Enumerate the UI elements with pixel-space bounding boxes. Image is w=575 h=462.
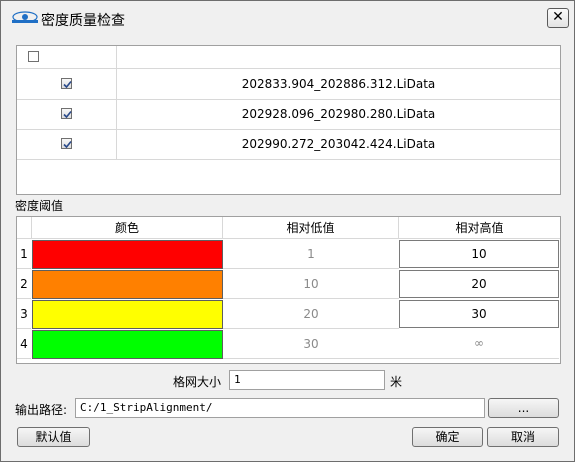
color-swatch[interactable] xyxy=(32,300,223,329)
check-icon xyxy=(63,110,72,119)
file-name: 202928.096_202980.280.LiData xyxy=(241,107,436,121)
low-value: 20 xyxy=(223,299,399,329)
dialog-title: 密度质量检查 xyxy=(41,13,125,29)
file-row[interactable]: 202928.096_202980.280.LiData xyxy=(17,99,560,130)
file-name: 202833.904_202886.312.LiData xyxy=(241,77,436,91)
low-value: 1 xyxy=(223,239,399,269)
title-bar: 密度质量检查 ✕ xyxy=(1,1,574,35)
low-value: 30 xyxy=(223,329,399,359)
color-swatch[interactable] xyxy=(32,330,223,359)
column-header-color: 颜色 xyxy=(32,217,223,239)
file-checkbox[interactable] xyxy=(61,108,72,119)
dialog-window: 密度质量检查 ✕ 202833.904_202886.312.LiData 202… xyxy=(0,0,575,462)
file-name: 202990.272_203042.424.LiData xyxy=(241,137,436,151)
color-swatch[interactable] xyxy=(32,240,223,269)
default-button[interactable]: 默认值 xyxy=(17,427,90,447)
output-path-input[interactable]: C:/1_StripAlignment/ xyxy=(75,398,485,418)
cancel-button[interactable]: 取消 xyxy=(487,427,559,447)
low-value: 10 xyxy=(223,269,399,299)
check-icon xyxy=(63,80,72,89)
app-logo-icon xyxy=(12,11,38,23)
file-checkbox[interactable] xyxy=(61,78,72,89)
row-index: 3 xyxy=(17,299,31,329)
file-row[interactable]: 202833.904_202886.312.LiData xyxy=(17,69,560,100)
high-value-input[interactable]: 20 xyxy=(399,270,559,298)
column-header-low: 相对低值 xyxy=(223,217,399,239)
file-checkbox[interactable] xyxy=(61,138,72,149)
ok-button[interactable]: 确定 xyxy=(412,427,483,447)
row-index: 4 xyxy=(17,329,31,359)
file-row[interactable]: 202990.272_203042.424.LiData xyxy=(17,129,560,160)
row-index: 1 xyxy=(17,239,31,269)
grid-size-input[interactable]: 1 xyxy=(229,370,385,390)
browse-button[interactable]: ... xyxy=(488,398,559,418)
grid-corner xyxy=(17,217,32,239)
file-list[interactable]: 202833.904_202886.312.LiData 202928.096_2… xyxy=(16,45,561,195)
high-value-input[interactable]: 10 xyxy=(399,240,559,268)
row-index: 2 xyxy=(17,269,31,299)
high-value-infinity: ∞ xyxy=(399,329,559,359)
threshold-grid: 颜色 相对低值 相对高值 1 1 10 2 10 20 3 20 30 4 30 ∞ xyxy=(16,216,561,364)
color-swatch[interactable] xyxy=(32,270,223,299)
output-path-label: 输出路径: xyxy=(15,403,68,417)
high-value-input[interactable]: 30 xyxy=(399,300,559,328)
grid-size-label: 格网大小 xyxy=(173,375,222,389)
grid-size-unit: 米 xyxy=(390,375,403,389)
close-button[interactable]: ✕ xyxy=(547,8,569,28)
select-all-checkbox[interactable] xyxy=(28,51,39,62)
threshold-section-label: 密度阈值 xyxy=(15,199,64,213)
column-header-high: 相对高值 xyxy=(399,217,560,239)
check-icon xyxy=(63,140,72,149)
file-list-header xyxy=(17,46,560,69)
close-icon: ✕ xyxy=(552,9,564,25)
